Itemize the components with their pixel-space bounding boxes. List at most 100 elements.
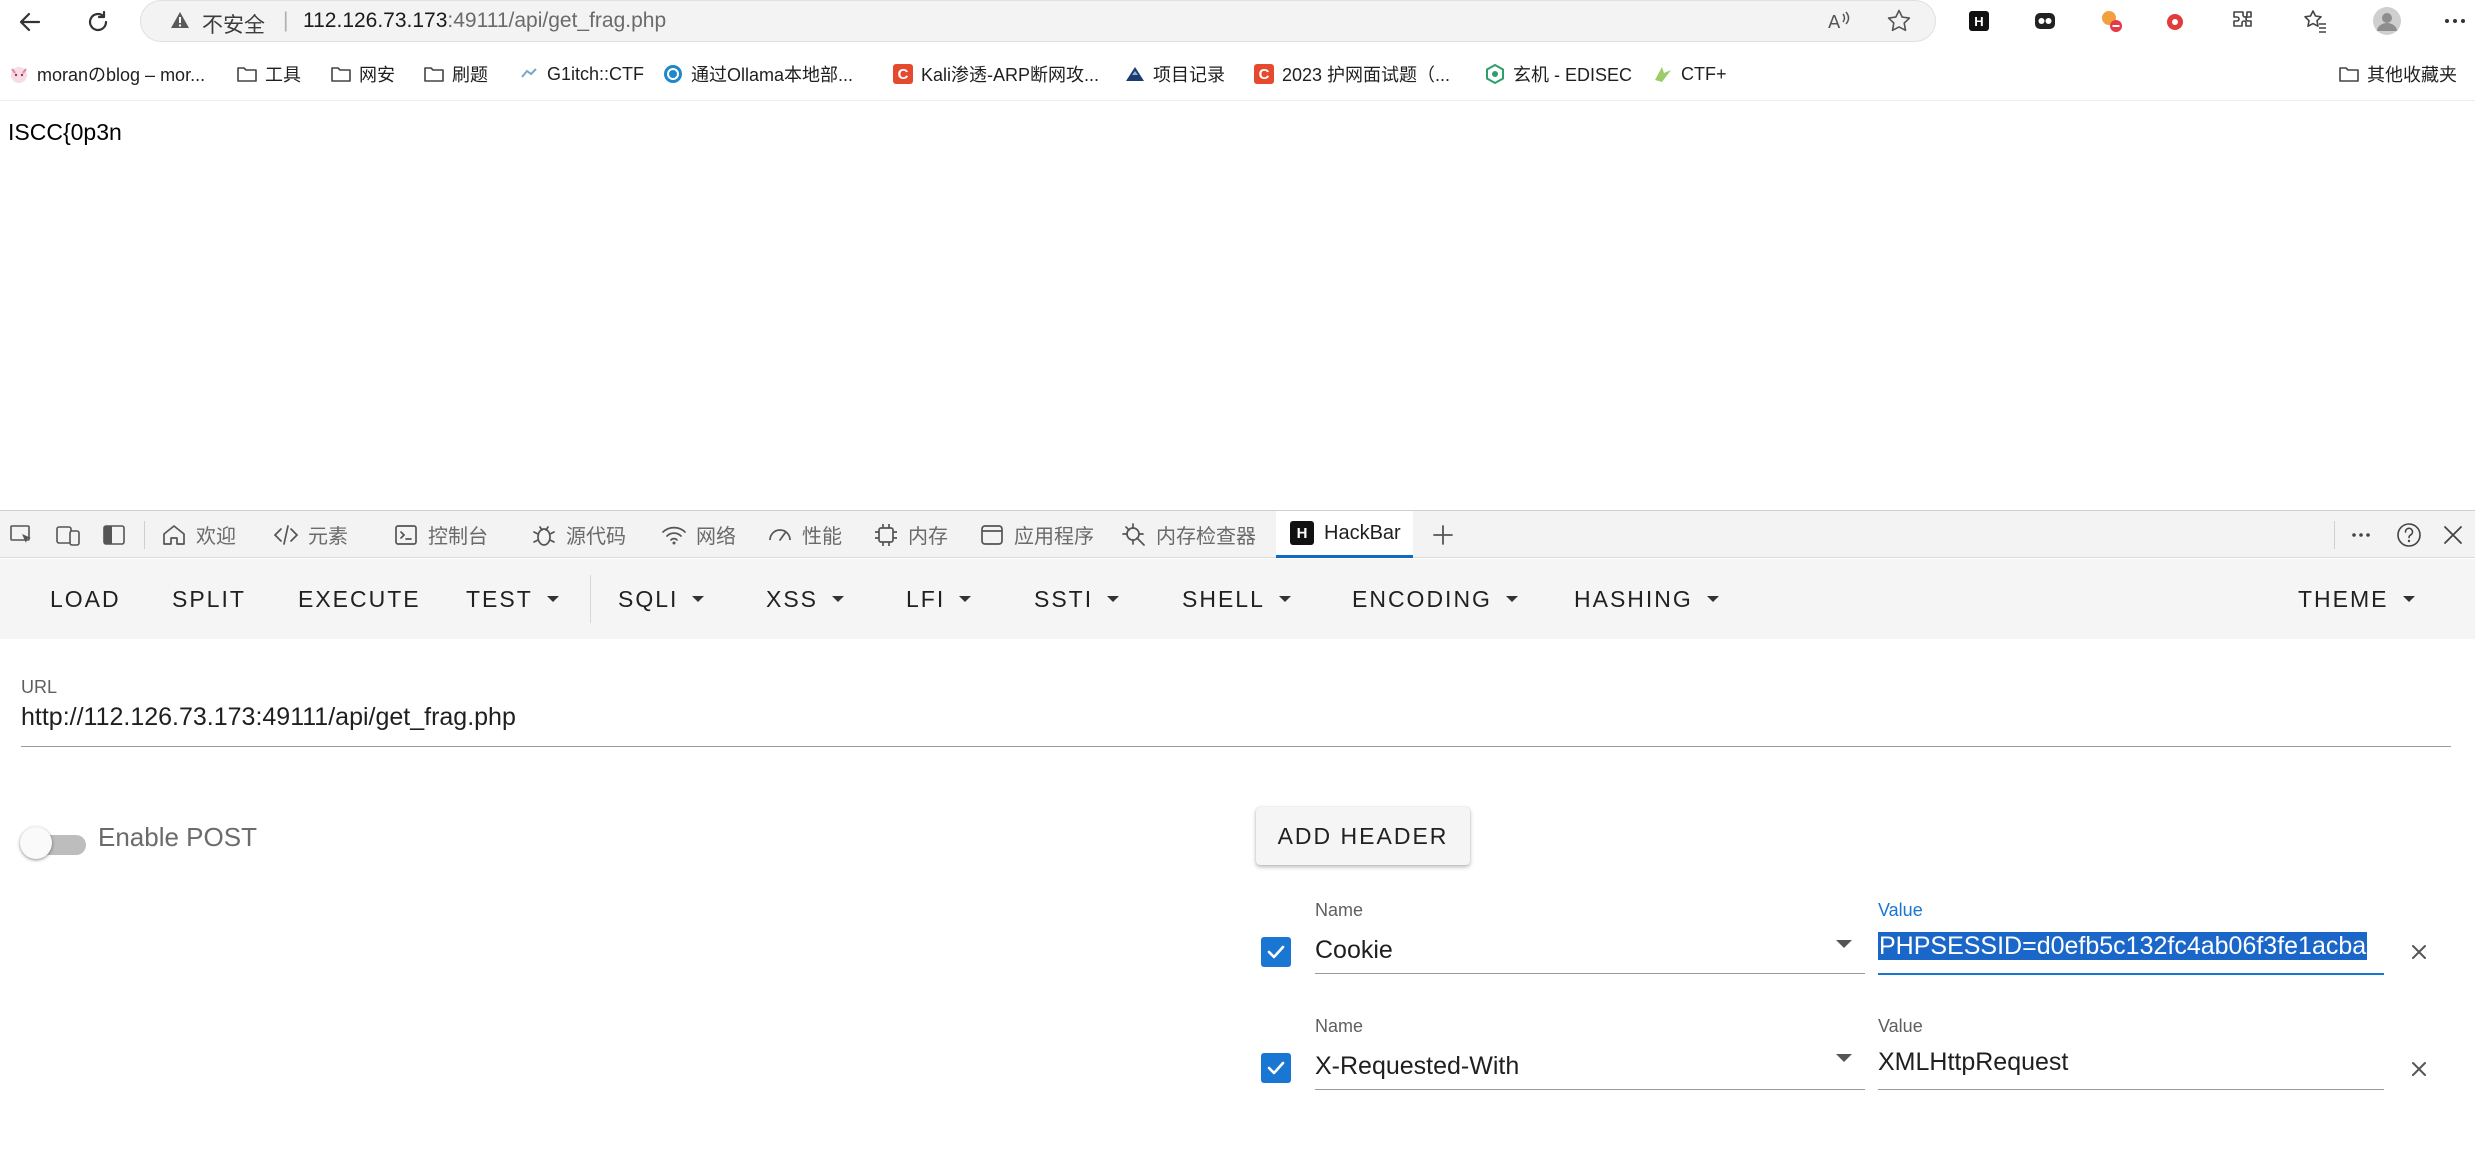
theme-menu-button[interactable]: THEME (2298, 559, 2415, 639)
read-aloud-button[interactable]: A (1824, 6, 1854, 36)
bookmark-glitch-ctf[interactable]: G1itch::CTF (518, 58, 644, 90)
xss-menu-button[interactable]: XSS (766, 559, 845, 639)
tab-hackbar[interactable]: H HackBar (1276, 511, 1413, 558)
header-checkbox-cookie[interactable] (1261, 937, 1291, 967)
header-value-input[interactable]: PHPSESSID=d0efb5c132fc4ab06f3fe1acba (1878, 932, 2384, 964)
remove-header-button[interactable] (2404, 1054, 2434, 1084)
folder-icon (423, 63, 445, 85)
bookmark-label: CTF+ (1681, 63, 1727, 84)
bookmark-label: moranのblog – mor... (37, 65, 206, 85)
extension-button-2[interactable] (2096, 6, 2126, 36)
hashing-menu-button[interactable]: HASHING (1574, 559, 1719, 639)
bookmark-project-notes[interactable]: 项目记录 (1124, 58, 1225, 90)
device-icon (56, 525, 80, 546)
console-icon (392, 521, 420, 549)
load-button[interactable]: LOAD (50, 559, 121, 639)
shell-menu-button[interactable]: SHELL (1182, 559, 1291, 639)
tab-label: 网络 (696, 526, 736, 548)
checkmark-icon (1267, 945, 1285, 959)
home-icon (160, 521, 188, 549)
inspect-element-button[interactable] (8, 511, 36, 558)
tab-console[interactable]: 控制台 (392, 511, 488, 558)
tab-application[interactable]: 应用程序 (978, 511, 1094, 558)
bookmark-folder-netsec[interactable]: 网安 (330, 58, 395, 90)
execute-button[interactable]: EXECUTE (298, 559, 421, 639)
add-tab-button[interactable] (1430, 511, 1456, 558)
add-header-button[interactable]: ADD HEADER (1256, 807, 1470, 865)
warning-icon[interactable] (170, 10, 190, 35)
ssti-menu-button[interactable]: SSTI (1034, 559, 1120, 639)
favorite-star-button[interactable] (1884, 6, 1914, 36)
test-menu-button[interactable]: TEST (466, 559, 559, 639)
tab-label: HackBar (1324, 521, 1401, 544)
extension-button-3[interactable] (2160, 6, 2190, 36)
bookmark-folder-practice[interactable]: 刷题 (423, 58, 488, 90)
header-name-label: Name (1315, 900, 1364, 920)
folder-icon (2338, 63, 2360, 85)
remove-header-button[interactable] (2404, 937, 2434, 967)
bookmark-ctfplus[interactable]: CTF+ (1652, 58, 1727, 90)
bookmark-label: 项目记录 (1153, 65, 1225, 85)
header-name-underline (1315, 973, 1865, 974)
encoding-menu-button[interactable]: ENCODING (1352, 559, 1518, 639)
split-button[interactable]: SPLIT (172, 559, 246, 639)
sqli-label: SQLI (618, 585, 679, 612)
tab-network[interactable]: 网络 (660, 511, 736, 558)
chevron-down-icon[interactable] (1836, 940, 1852, 948)
tab-sources[interactable]: 源代码 (530, 511, 626, 558)
devtools-help-button[interactable] (2394, 520, 2424, 550)
tabbar-divider-right (2334, 521, 2335, 549)
sqli-menu-button[interactable]: SQLI (618, 559, 705, 639)
back-arrow-icon (19, 12, 41, 32)
tab-label: 控制台 (428, 526, 488, 548)
header-value-underline (1878, 1089, 2384, 1090)
theme-label: THEME (2298, 585, 2389, 612)
tab-performance[interactable]: 性能 (766, 511, 842, 558)
page-viewport: ISCC{0p3n (0, 100, 2475, 510)
address-url[interactable]: 112.126.73.173:49111/api/get_frag.php (303, 9, 666, 33)
hackbar-extension-button[interactable]: H (1964, 6, 1994, 36)
devtools-close-button[interactable] (2438, 520, 2468, 550)
header-name-underline (1315, 1089, 1865, 1090)
browser-menu-button[interactable] (2440, 6, 2470, 36)
tab-memory[interactable]: 内存 (872, 511, 948, 558)
lfi-menu-button[interactable]: LFI (906, 559, 972, 639)
insecure-label[interactable]: 不安全 (202, 9, 265, 39)
bookmark-2023-interview[interactable]: C 2023 护网面试题（... (1253, 58, 1450, 90)
device-emulation-button[interactable] (54, 511, 82, 558)
url-field-label: URL (21, 677, 58, 697)
bookmark-edisec[interactable]: 玄机 - EDISEC (1484, 58, 1632, 90)
tab-welcome[interactable]: 欢迎 (160, 511, 236, 558)
favorites-button[interactable] (2300, 6, 2330, 36)
ollama-favicon (662, 63, 684, 85)
hex-favicon (1484, 63, 1506, 85)
header-value-input[interactable]: XMLHttpRequest (1878, 1048, 2384, 1077)
extension-button-1[interactable] (2030, 6, 2060, 36)
header-name-input[interactable]: Cookie (1315, 936, 1835, 965)
bookmark-folder-tools[interactable]: 工具 (236, 58, 301, 90)
csdn-favicon: C (892, 63, 914, 85)
dock-side-button[interactable] (100, 511, 128, 558)
tab-elements[interactable]: 元素 (272, 511, 348, 558)
bookmark-kali-arp[interactable]: C Kali渗透-ARP断网攻... (892, 58, 1099, 90)
hackbar-icon: H (1969, 11, 1989, 31)
profile-button[interactable] (2372, 6, 2402, 36)
extensions-button[interactable] (2228, 6, 2258, 36)
devtools-more-button[interactable] (2346, 520, 2376, 550)
bookmark-ollama[interactable]: 通过Ollama本地部... (662, 58, 853, 90)
devtools-tabbar: 欢迎 元素 控制台 源代码 网络 性能 内存 应用程序 内存检查器 H Hack… (0, 511, 2475, 558)
back-button[interactable] (12, 4, 48, 40)
chevron-down-icon[interactable] (1836, 1054, 1852, 1062)
bookmark-other-favorites[interactable]: 其他收藏夹 (2338, 58, 2457, 90)
header-checkbox-x-requested-with[interactable] (1261, 1053, 1291, 1083)
header-value-label: Value (1878, 1016, 1923, 1036)
reload-button[interactable] (80, 4, 116, 40)
chevron-down-icon (1107, 596, 1120, 602)
wifi-icon (660, 521, 688, 549)
tab-memory-inspector[interactable]: 内存检查器 (1120, 511, 1256, 558)
chevron-down-icon (2402, 596, 2415, 602)
header-name-input[interactable]: X-Requested-With (1315, 1052, 1835, 1081)
url-input[interactable]: http://112.126.73.173:49111/api/get_frag… (21, 703, 516, 732)
bookmark-moran-blog[interactable]: moranのblog – mor... (8, 58, 205, 90)
enable-post-toggle[interactable] (20, 823, 86, 863)
